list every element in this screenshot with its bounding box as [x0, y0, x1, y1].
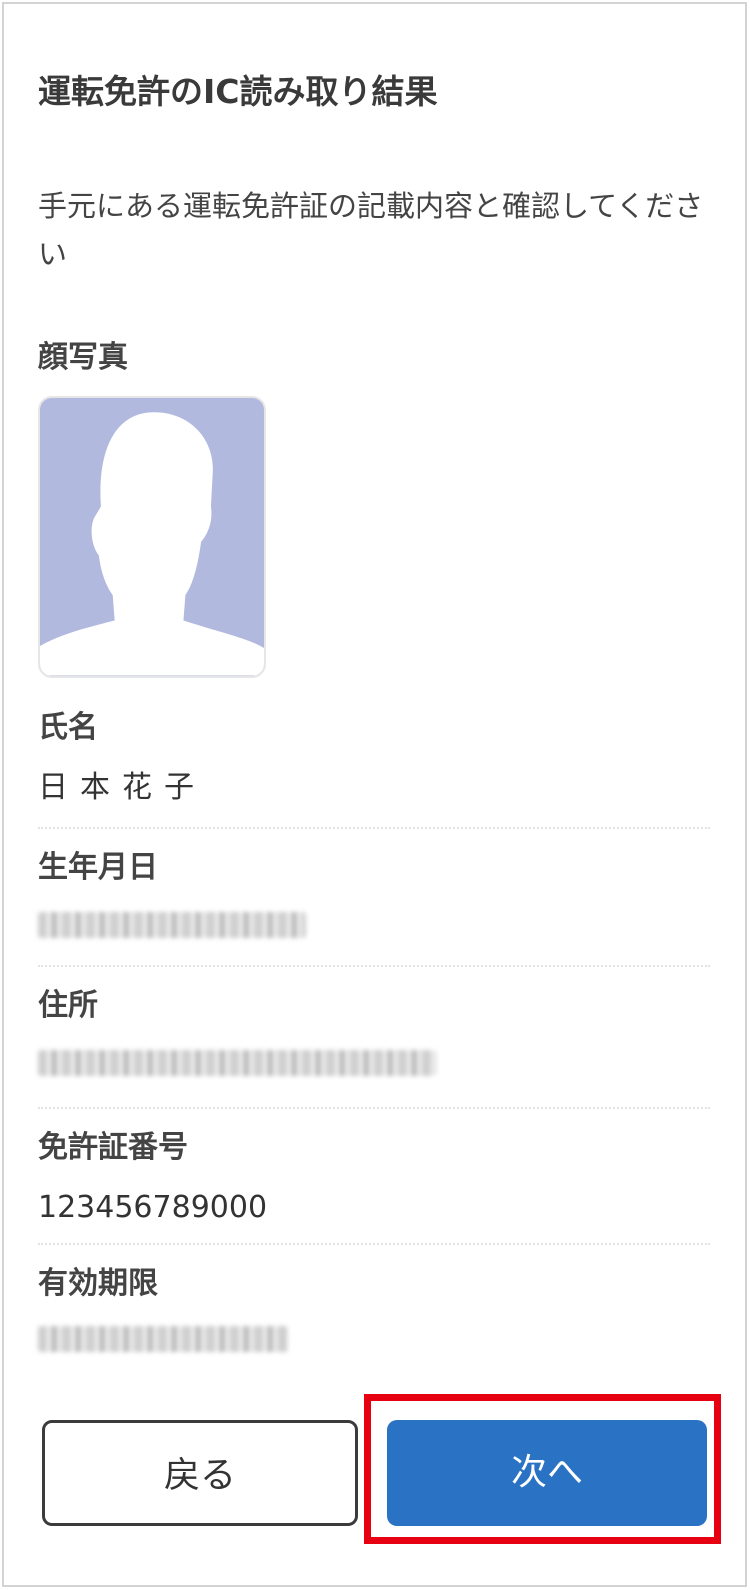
license-number-value: 123456789000	[38, 1190, 268, 1225]
result-screen: 運転免許のIC読み取り結果 手元にある運転免許証の記載内容と確認してください 顔…	[2, 2, 747, 1587]
expiry-label: 有効期限	[38, 1266, 158, 1301]
name-label: 氏名	[38, 710, 98, 745]
divider	[38, 965, 710, 967]
address-value-blurred	[38, 1050, 436, 1076]
divider	[38, 1107, 710, 1109]
person-silhouette-icon	[40, 412, 264, 676]
face-photo	[38, 396, 266, 678]
expiry-value-blurred	[38, 1326, 288, 1352]
birthdate-label: 生年月日	[38, 850, 158, 885]
instruction-text: 手元にある運転免許証の記載内容と確認してください	[38, 189, 704, 271]
license-number-label: 免許証番号	[38, 1130, 188, 1165]
name-value: 日本花子	[38, 770, 206, 805]
page-title: 運転免許のIC読み取り結果	[38, 72, 438, 111]
divider	[38, 827, 710, 829]
divider	[38, 1243, 710, 1245]
birthdate-value-blurred	[38, 912, 306, 938]
address-label: 住所	[38, 988, 98, 1023]
back-button[interactable]: 戻る	[42, 1420, 358, 1526]
next-button[interactable]: 次へ	[387, 1420, 707, 1526]
photo-label: 顔写真	[38, 340, 128, 375]
